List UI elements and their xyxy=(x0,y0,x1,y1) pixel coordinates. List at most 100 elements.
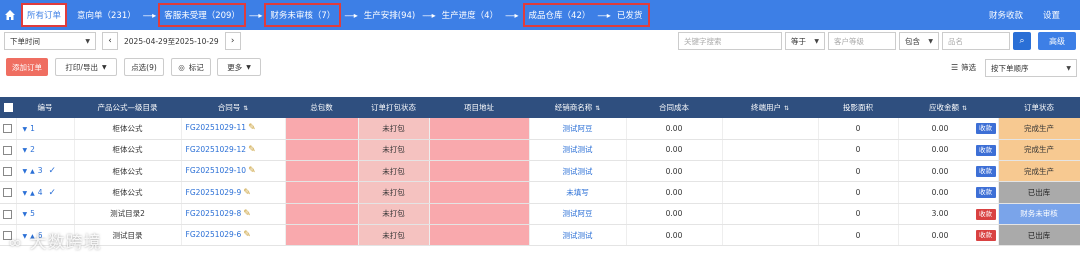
customer-level-select[interactable]: 客户等级 xyxy=(828,32,896,50)
finance-receipt-link[interactable]: 财务收款 xyxy=(989,9,1023,21)
select-all-header[interactable] xyxy=(0,97,16,118)
time-type-select[interactable]: 下单时间 ▼ xyxy=(4,32,96,50)
dealer-cell[interactable]: 测试阿豆 xyxy=(529,118,627,140)
sort-order-select[interactable]: 按下单顺序 ▼ xyxy=(985,59,1077,77)
pencil-icon[interactable]: ✎ xyxy=(248,123,256,133)
sort-icon[interactable]: ⇅ xyxy=(243,105,248,112)
pencil-icon[interactable]: ✎ xyxy=(243,209,251,219)
expand-caret-icon[interactable]: ▼ xyxy=(23,147,28,154)
row-checkbox[interactable] xyxy=(3,166,13,176)
collect-payment-button[interactable]: 收款 xyxy=(975,144,996,156)
keyword-search-input[interactable]: 关键字搜索 xyxy=(678,32,782,50)
tab-intent-orders[interactable]: 意向单（231） xyxy=(73,4,140,26)
tab-finished-warehouse[interactable]: 成品仓库（42） xyxy=(525,5,595,25)
home-icon[interactable] xyxy=(2,0,18,30)
collapse-caret-icon[interactable]: ▲ xyxy=(30,168,35,175)
row-checkbox-cell[interactable] xyxy=(0,160,17,183)
tab-shipped[interactable]: 已发货 xyxy=(613,5,647,25)
row-checkbox[interactable] xyxy=(3,124,13,134)
collect-payment-button[interactable]: 收款 xyxy=(975,166,996,178)
date-range-text[interactable]: 2025-04-29至2025-10-29 xyxy=(118,36,225,47)
tab-cs-unaccepted[interactable]: 客服未受理（209） xyxy=(158,3,246,27)
pencil-icon[interactable]: ✎ xyxy=(248,145,256,155)
col-header[interactable]: 合同号 ⇅ xyxy=(181,97,285,118)
operator-select-1[interactable]: 等于 ▼ xyxy=(785,32,825,50)
prev-range-button[interactable]: ‹ xyxy=(102,32,118,50)
row-checkbox-cell[interactable] xyxy=(0,203,17,225)
collect-payment-button[interactable]: 收款 xyxy=(975,229,996,241)
operator-select-2[interactable]: 包含 ▼ xyxy=(899,32,939,50)
row-checkbox-cell[interactable] xyxy=(0,181,17,204)
contract-link[interactable]: FG20251029-6 xyxy=(186,230,242,239)
settings-link[interactable]: 设置 xyxy=(1043,9,1060,21)
table-row[interactable]: ▼ ▲ 4 ✓ 柜体公式 FG20251029-9 ✎ 未打包 未填写 0.00 0 0.00 收款 已出… xyxy=(0,181,1080,204)
contract-link[interactable]: FG20251029-8 xyxy=(186,209,242,218)
pencil-icon[interactable]: ✎ xyxy=(243,230,251,240)
row-checkbox[interactable] xyxy=(3,145,13,155)
row-number-cell[interactable]: ▼ 5 xyxy=(16,203,75,225)
table-row[interactable]: ▼ ▲ 6 测试目录 FG20251029-6 ✎ 未打包 测试测试 0.00 0 0.00 收款 已出… xyxy=(0,224,1080,247)
collect-payment-button[interactable]: 收款 xyxy=(975,208,996,220)
col-header[interactable]: 应收金额 ⇅ xyxy=(898,97,998,118)
contract-link[interactable]: FG20251029-9 xyxy=(186,188,242,197)
print-export-button[interactable]: 打印/导出 ▼ xyxy=(55,58,117,76)
contract-cell[interactable]: FG20251029-11 ✎ xyxy=(181,118,286,140)
contract-link[interactable]: FG20251029-12 xyxy=(186,145,247,154)
search-button[interactable]: ⌕ xyxy=(1013,32,1031,50)
row-number: 3 xyxy=(37,166,43,176)
row-number-cell[interactable]: ▼ ▲ 3 ✓ xyxy=(16,160,75,183)
dealer-cell[interactable]: 测试测试 xyxy=(529,224,627,247)
contract-cell[interactable]: FG20251029-10 ✎ xyxy=(181,160,286,183)
dealer-cell[interactable]: 未填写 xyxy=(529,181,627,204)
date-range-nav: ‹ 2025-04-29至2025-10-29 › xyxy=(102,32,241,50)
row-checkbox[interactable] xyxy=(3,209,13,219)
dealer-cell[interactable]: 测试测试 xyxy=(529,160,627,183)
collapse-caret-icon[interactable]: ▲ xyxy=(30,190,35,197)
contract-link[interactable]: FG20251029-11 xyxy=(186,123,247,132)
collect-payment-button[interactable]: 收款 xyxy=(975,187,996,199)
row-checkbox[interactable] xyxy=(3,188,13,198)
sort-icon[interactable]: ⇅ xyxy=(595,105,600,112)
table-row[interactable]: ▼ 5 测试目录2 FG20251029-8 ✎ 未打包 测试阿豆 0.00 0 3.00 收款 财务… xyxy=(0,203,1080,225)
product-name-input[interactable]: 品名 xyxy=(942,32,1010,50)
table-row[interactable]: ▼ 1 柜体公式 FG20251029-11 ✎ 未打包 测试阿豆 0.00 0 0.00 收款 完成… xyxy=(0,118,1080,140)
mark-button[interactable]: ◎ 标记 xyxy=(171,58,211,76)
dealer-cell[interactable]: 测试阿豆 xyxy=(529,203,627,225)
contract-link[interactable]: FG20251029-10 xyxy=(186,166,247,175)
add-order-button[interactable]: 添加订单 xyxy=(6,58,48,76)
dealer-cell[interactable]: 测试测试 xyxy=(529,139,627,162)
advanced-search-button[interactable]: 高级 xyxy=(1038,32,1076,50)
pencil-icon[interactable]: ✎ xyxy=(243,188,251,198)
expand-caret-icon[interactable]: ▼ xyxy=(23,211,28,218)
expand-caret-icon[interactable]: ▼ xyxy=(23,168,28,175)
row-number-cell[interactable]: ▼ 1 xyxy=(16,118,75,140)
next-range-button[interactable]: › xyxy=(224,32,241,50)
more-button[interactable]: 更多 ▼ xyxy=(217,58,261,76)
row-checkbox-cell[interactable] xyxy=(0,118,17,140)
filter-toggle[interactable]: ☰ 筛选 xyxy=(951,62,976,73)
collect-payment-button[interactable]: 收款 xyxy=(975,123,996,134)
row-checkbox-cell[interactable] xyxy=(0,139,17,162)
select-all-checkbox[interactable] xyxy=(3,103,13,113)
pencil-icon[interactable]: ✎ xyxy=(248,166,256,176)
table-row[interactable]: ▼ 2 柜体公式 FG20251029-12 ✎ 未打包 测试测试 0.00 0 0.00 收款 完成… xyxy=(0,139,1080,162)
checkmark-icon: ✓ xyxy=(48,166,57,177)
contract-cell[interactable]: FG20251029-8 ✎ xyxy=(181,203,286,225)
tab-production-progress[interactable]: 生产进度（4） xyxy=(438,4,502,26)
tab-production-schedule[interactable]: 生产安排(94) xyxy=(360,4,419,26)
point-select-button[interactable]: 点选(9) xyxy=(124,58,164,76)
contract-cell[interactable]: FG20251029-6 ✎ xyxy=(181,224,286,247)
contract-cell[interactable]: FG20251029-9 ✎ xyxy=(181,181,286,204)
row-number-cell[interactable]: ▼ ▲ 4 ✓ xyxy=(16,181,75,204)
tab-all-orders[interactable]: 所有订单 xyxy=(21,3,68,27)
expand-caret-icon[interactable]: ▼ xyxy=(23,126,28,133)
table-row[interactable]: ▼ ▲ 3 ✓ 柜体公式 FG20251029-10 ✎ 未打包 测试测试 0.00 0 0.00 收款… xyxy=(0,160,1080,183)
expand-caret-icon[interactable]: ▼ xyxy=(23,190,28,197)
col-header[interactable]: 终端用户 ⇅ xyxy=(722,97,818,118)
contract-cell[interactable]: FG20251029-12 ✎ xyxy=(181,139,286,162)
col-header[interactable]: 经销商名称 ⇅ xyxy=(529,97,626,118)
tab-finance-unreviewed[interactable]: 财务未审核（7） xyxy=(264,3,342,27)
sort-icon[interactable]: ⇅ xyxy=(784,105,789,112)
row-number-cell[interactable]: ▼ 2 xyxy=(16,139,75,162)
sort-icon[interactable]: ⇅ xyxy=(962,105,967,112)
